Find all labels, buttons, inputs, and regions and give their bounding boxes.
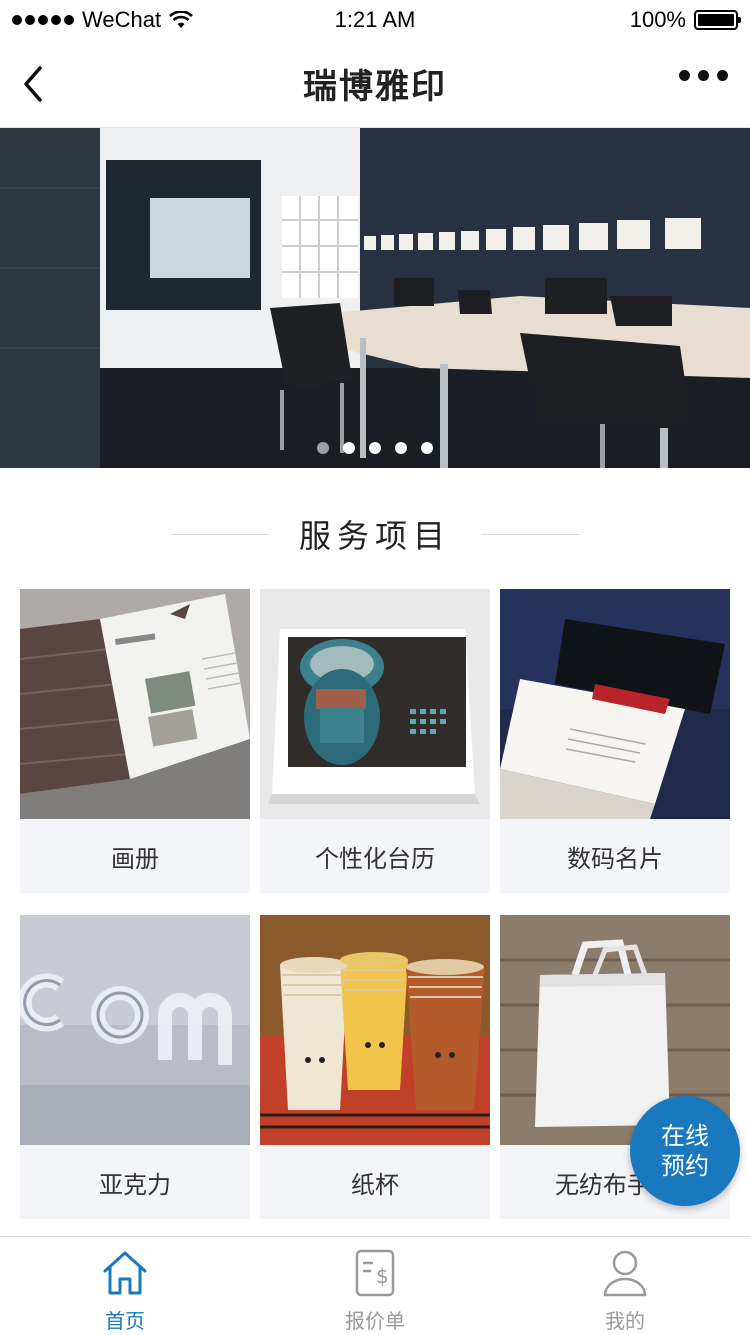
banner-image [0,128,750,468]
service-card-paper-cup[interactable]: 纸杯 [260,915,490,1219]
carousel-dot[interactable] [343,442,355,454]
service-thumbnail [20,589,250,819]
service-card-brochure[interactable]: 画册 [20,589,250,893]
battery-icon [694,10,741,30]
service-thumbnail [20,915,250,1145]
service-label: 画册 [111,844,159,873]
carrier-name: WeChat [82,7,162,32]
service-card-acrylic[interactable]: 亚克力 [20,915,250,1219]
online-booking-button[interactable]: 在线 预约 [630,1096,740,1206]
section-title: 服务项目 [298,517,451,555]
service-label: 数码名片 [567,844,663,873]
wifi-icon [169,11,193,28]
tab-label: 我的 [605,1309,645,1333]
service-thumbnail [260,589,490,819]
signal-icon [12,15,74,25]
fab-line1: 在线 [661,1122,709,1150]
svg-text:$: $ [376,1264,389,1288]
carousel-dot[interactable] [421,442,433,454]
service-card-business-card[interactable]: 数码名片 [500,589,730,893]
divider [170,533,269,535]
back-icon[interactable] [18,62,62,106]
page-title: 瑞博雅印 [303,67,447,107]
nav-bar: 瑞博雅印 [0,40,750,128]
service-label: 亚克力 [99,1170,171,1199]
tab-bar: 首页 $ 报价单 我的 [0,1236,750,1335]
quote-icon: $ [355,1249,395,1297]
tab-label: 报价单 [345,1309,405,1333]
tab-mine[interactable]: 我的 [500,1237,750,1335]
status-left: WeChat [12,7,193,33]
section-heading: 服务项目 [0,500,750,568]
service-card-calendar[interactable]: 个性化台历 [260,589,490,893]
status-bar: WeChat 1:21 AM 100% [0,0,750,40]
tab-quote[interactable]: $ 报价单 [250,1237,500,1335]
divider [481,533,579,535]
service-thumbnail [260,915,490,1145]
battery-percent: 100% [629,7,686,32]
more-icon[interactable] [679,70,728,81]
carousel-indicator [0,442,750,454]
fab-line2: 预约 [661,1152,709,1180]
tab-home[interactable]: 首页 [0,1237,250,1335]
service-label: 纸杯 [351,1170,399,1199]
service-label: 个性化台历 [315,844,435,873]
carousel-dot[interactable] [395,442,407,454]
user-icon [603,1250,647,1297]
tab-label: 首页 [105,1309,145,1333]
service-thumbnail [500,589,730,819]
status-right: 100% [629,7,741,33]
carousel-dot[interactable] [369,442,381,454]
banner-carousel[interactable] [0,128,750,468]
carousel-dot[interactable] [317,442,329,454]
home-icon [103,1251,147,1295]
